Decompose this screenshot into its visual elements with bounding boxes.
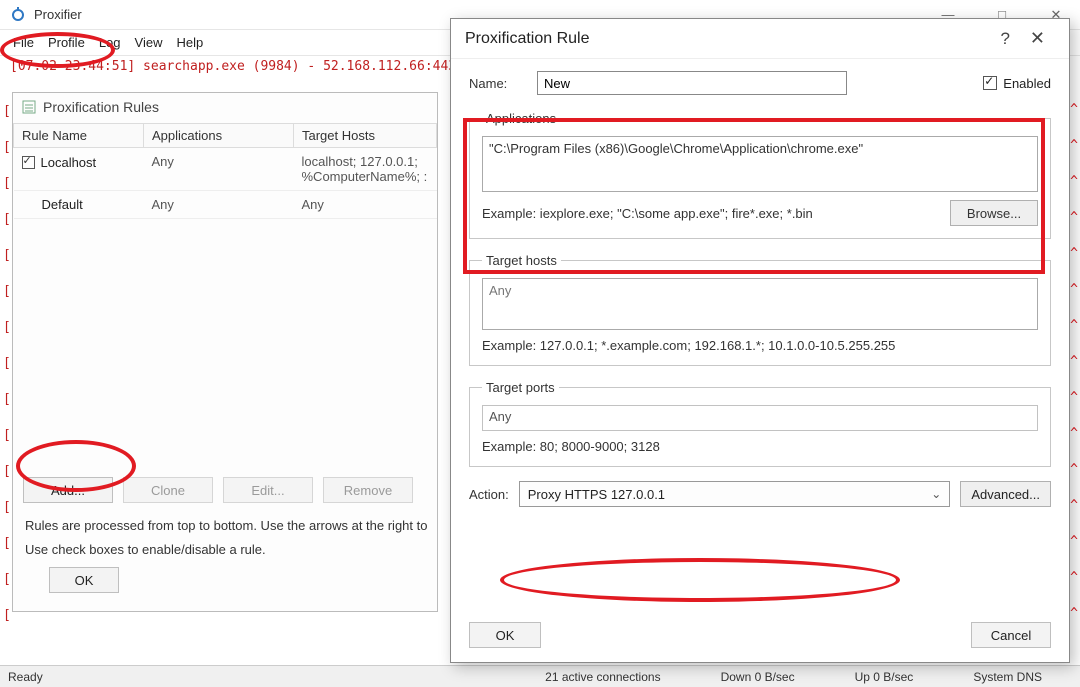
hosts-input[interactable]: Any [482,278,1038,330]
status-bar: Ready 21 active connections Down 0 B/sec… [0,665,1080,687]
rules-col-apps[interactable]: Applications [144,124,294,148]
status-dns: System DNS [943,670,1072,684]
rules-info-1: Rules are processed from top to bottom. … [25,514,427,537]
rules-icon [21,99,37,115]
dialog-cancel-button[interactable]: Cancel [971,622,1051,648]
applications-legend: Applications [482,111,560,126]
status-connections: 21 active connections [515,670,690,684]
table-row[interactable]: Localhost Any localhost; 127.0.0.1; %Com… [14,148,437,191]
status-ready: Ready [8,670,43,684]
table-row[interactable]: Default Any Any [14,191,437,219]
ports-example: Example: 80; 8000-9000; 3128 [482,439,660,454]
rule-hosts: localhost; 127.0.0.1; %ComputerName%; : [294,148,437,191]
enabled-label: Enabled [1003,76,1051,91]
status-up: Up 0 B/sec [825,670,944,684]
applications-input[interactable]: "C:\Program Files (x86)\Google\Chrome\Ap… [482,136,1038,192]
menu-help[interactable]: Help [169,32,210,53]
rule-checkbox[interactable] [22,156,35,169]
target-hosts-group: Target hosts Any Example: 127.0.0.1; *.e… [469,253,1051,366]
rules-ok-button[interactable]: OK [49,567,119,593]
advanced-button[interactable]: Advanced... [960,481,1051,507]
dialog-title: Proxification Rule [465,30,590,48]
browse-button[interactable]: Browse... [950,200,1038,226]
name-input[interactable] [537,71,847,95]
rule-apps: Any [144,191,294,219]
rules-col-name[interactable]: Rule Name [14,124,144,148]
app-logo-icon [10,7,26,23]
app-title: Proxifier [34,7,82,22]
menu-view[interactable]: View [128,32,170,53]
hosts-example: Example: 127.0.0.1; *.example.com; 192.1… [482,338,895,353]
dialog-ok-button[interactable]: OK [469,622,541,648]
rules-table: Rule Name Applications Target Hosts Loca… [13,123,437,379]
applications-group: Applications "C:\Program Files (x86)\Goo… [469,111,1051,239]
proxification-rule-dialog: Proxification Rule ? ✕ Name: Enabled App… [450,18,1070,663]
target-ports-group: Target ports Any Example: 80; 8000-9000;… [469,380,1051,467]
rules-panel-title: Proxification Rules [13,93,437,123]
menu-profile[interactable]: Profile [41,32,92,53]
clone-button[interactable]: Clone [123,477,213,503]
edit-button[interactable]: Edit... [223,477,313,503]
chevron-down-icon: ⌄ [931,487,941,501]
rule-name: Default [42,197,83,212]
rule-name: Localhost [41,155,97,170]
enabled-checkbox[interactable] [983,76,997,90]
add-button[interactable]: Add... [23,477,113,503]
dialog-help-button[interactable]: ? [990,29,1019,49]
action-value: Proxy HTTPS 127.0.0.1 [528,487,665,502]
action-combobox[interactable]: Proxy HTTPS 127.0.0.1 ⌄ [519,481,951,507]
hosts-legend: Target hosts [482,253,561,268]
ports-input[interactable]: Any [482,405,1038,431]
remove-button[interactable]: Remove [323,477,413,503]
ports-legend: Target ports [482,380,559,395]
menu-log[interactable]: Log [92,32,128,53]
rule-hosts: Any [294,191,437,219]
rules-title-text: Proxification Rules [43,99,159,115]
applications-example: Example: iexplore.exe; "C:\some app.exe"… [482,206,813,221]
status-down: Down 0 B/sec [691,670,825,684]
rule-apps: Any [144,148,294,191]
rules-panel: Proxification Rules Rule Name Applicatio… [12,92,438,612]
rules-col-hosts[interactable]: Target Hosts [294,124,437,148]
log-brackets: [[[[[[[[[[[[[[[ [3,94,11,634]
annotation-chevrons: ^^^^^^^^^^^^^^^ [1070,92,1078,632]
menu-file[interactable]: File [6,32,41,53]
name-label: Name: [469,76,525,91]
dialog-close-button[interactable]: ✕ [1020,28,1055,49]
rules-info-2: Use check boxes to enable/disable a rule… [25,538,427,561]
action-label: Action: [469,487,509,502]
